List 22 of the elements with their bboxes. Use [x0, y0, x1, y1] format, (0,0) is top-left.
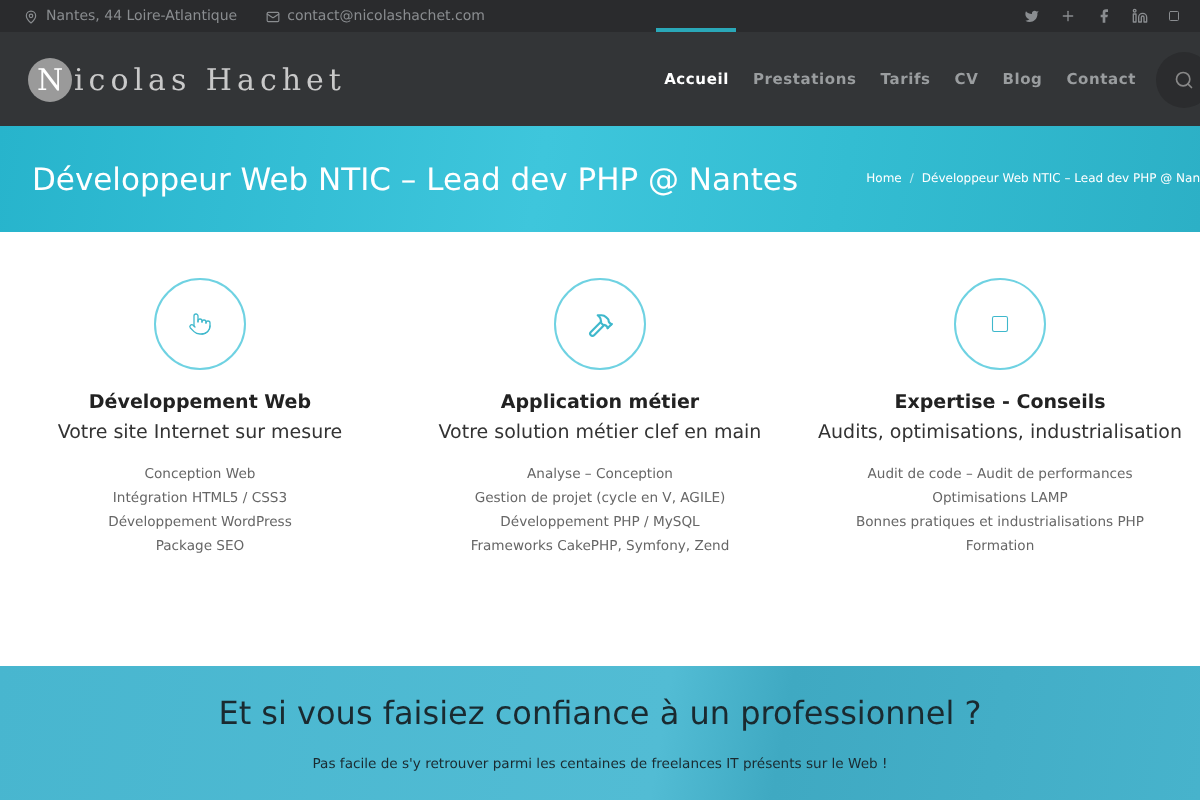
service-subtitle: Votre solution métier clef en main — [438, 422, 762, 444]
box-icon — [990, 314, 1010, 334]
mail-icon — [265, 9, 280, 23]
logo-text[interactable]: icolas Hachet — [74, 61, 346, 97]
page-title: Développeur Web NTIC – Lead dev PHP @ Nantes — [32, 161, 799, 197]
twitter-icon[interactable] — [1024, 8, 1040, 24]
search-icon[interactable] — [1174, 69, 1194, 89]
service-title: Application métier — [500, 392, 700, 414]
plus-icon[interactable] — [1060, 8, 1076, 24]
search-button[interactable] — [1156, 51, 1200, 107]
pointer-icon — [188, 312, 212, 336]
cta-title: Et si vous faisiez confiance à un professionnel ? — [218, 694, 982, 732]
hammer-icon — [587, 311, 613, 337]
service-title: Expertise - Conseils — [894, 392, 1106, 414]
linkedin-icon[interactable] — [1132, 8, 1148, 24]
service-title: Développement Web — [88, 392, 312, 414]
logo-mark[interactable]: N — [28, 57, 72, 101]
location-icon — [24, 9, 38, 23]
facebook-icon[interactable] — [1096, 8, 1112, 24]
service-subtitle: Votre site Internet sur mesure — [57, 422, 343, 444]
service-subtitle: Audits, optimisations, industrialisation — [818, 422, 1182, 444]
square-icon[interactable] — [1168, 10, 1180, 22]
